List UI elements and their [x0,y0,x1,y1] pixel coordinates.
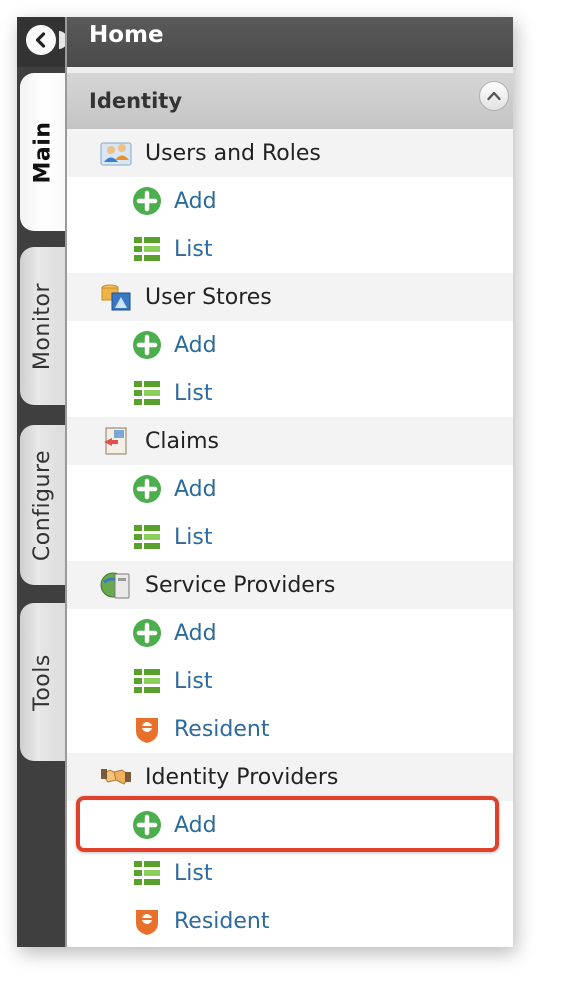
claims-icon [100,425,132,457]
menu-group-identity-providers: Identity Providers [67,753,513,801]
menu-item-claims-add[interactable]: Add [67,465,513,513]
tab-tools[interactable]: Tools [20,603,65,761]
menu-item-users-list[interactable]: List [67,225,513,273]
chevron-left-icon [35,32,46,48]
add-icon [131,617,163,649]
menu-group-label: Service Providers [145,572,336,598]
tab-main[interactable]: Main [20,73,65,231]
tab-configure[interactable]: Configure [20,425,65,585]
menu-item-link[interactable]: List [174,381,212,406]
menu-group-label: Identity Providers [145,764,339,790]
add-icon [131,185,163,217]
app-frame: Main Monitor Configure Tools Home Identi… [17,17,513,947]
identity-section-title: Identity [89,89,183,113]
menu-item-link[interactable]: Add [174,813,217,838]
menu-item-link[interactable]: Resident [174,717,269,742]
home-header[interactable]: Home [67,17,513,67]
list-icon [131,665,163,697]
vertical-tab-rail: Main Monitor Configure Tools [17,17,67,947]
menu-item-user-stores-list[interactable]: List [67,369,513,417]
section-collapse-button[interactable] [479,81,509,111]
menu-item-link[interactable]: Add [174,333,217,358]
menu-item-link[interactable]: Add [174,477,217,502]
menu-item-identity-providers-add[interactable]: Add [67,801,513,849]
identity-section-header[interactable]: Identity [67,67,513,129]
users-icon [100,137,132,169]
menu-item-link[interactable]: Resident [174,909,269,934]
add-icon [131,329,163,361]
tab-monitor[interactable]: Monitor [20,247,65,405]
collapse-menu-button[interactable] [26,25,56,55]
menu-group-service-providers: Service Providers [67,561,513,609]
list-icon [131,377,163,409]
resident-icon [131,905,163,937]
menu-item-identity-providers-list[interactable]: List [67,849,513,897]
menu-group-label: Users and Roles [145,140,321,166]
menu-group-claims: Claims [67,417,513,465]
list-icon [131,233,163,265]
tab-tools-label: Tools [30,653,56,711]
menu-item-service-providers-add[interactable]: Add [67,609,513,657]
menu-group-user-stores: User Stores [67,273,513,321]
tab-configure-label: Configure [30,449,56,561]
menu-item-link[interactable]: Add [174,189,217,214]
resident-icon [131,713,163,745]
menu-item-link[interactable]: List [174,525,212,550]
list-icon [131,521,163,553]
identity-providers-icon [100,761,132,793]
home-title: Home [89,22,164,48]
tab-main-label: Main [30,121,56,183]
menu-panel: Home Identity Users and Roles Add List U… [65,17,513,947]
tab-monitor-label: Monitor [30,282,56,370]
menu-item-user-stores-add[interactable]: Add [67,321,513,369]
add-icon [131,473,163,505]
menu-item-link[interactable]: Add [174,621,217,646]
menu-item-link[interactable]: List [174,861,212,886]
menu-group-users-and-roles: Users and Roles [67,129,513,177]
service-providers-icon [100,569,132,601]
user-stores-icon [100,281,132,313]
chevron-up-icon [487,91,501,101]
menu-item-link[interactable]: List [174,669,212,694]
menu-item-identity-providers-resident[interactable]: Resident [67,897,513,945]
menu-group-label: User Stores [145,284,272,310]
menu-item-service-providers-list[interactable]: List [67,657,513,705]
menu-item-link[interactable]: List [174,237,212,262]
add-icon [131,809,163,841]
rail-top [17,17,67,67]
menu-item-service-providers-resident[interactable]: Resident [67,705,513,753]
menu-item-users-add[interactable]: Add [67,177,513,225]
list-icon [131,857,163,889]
menu-item-claims-list[interactable]: List [67,513,513,561]
menu-group-label: Claims [145,428,219,454]
